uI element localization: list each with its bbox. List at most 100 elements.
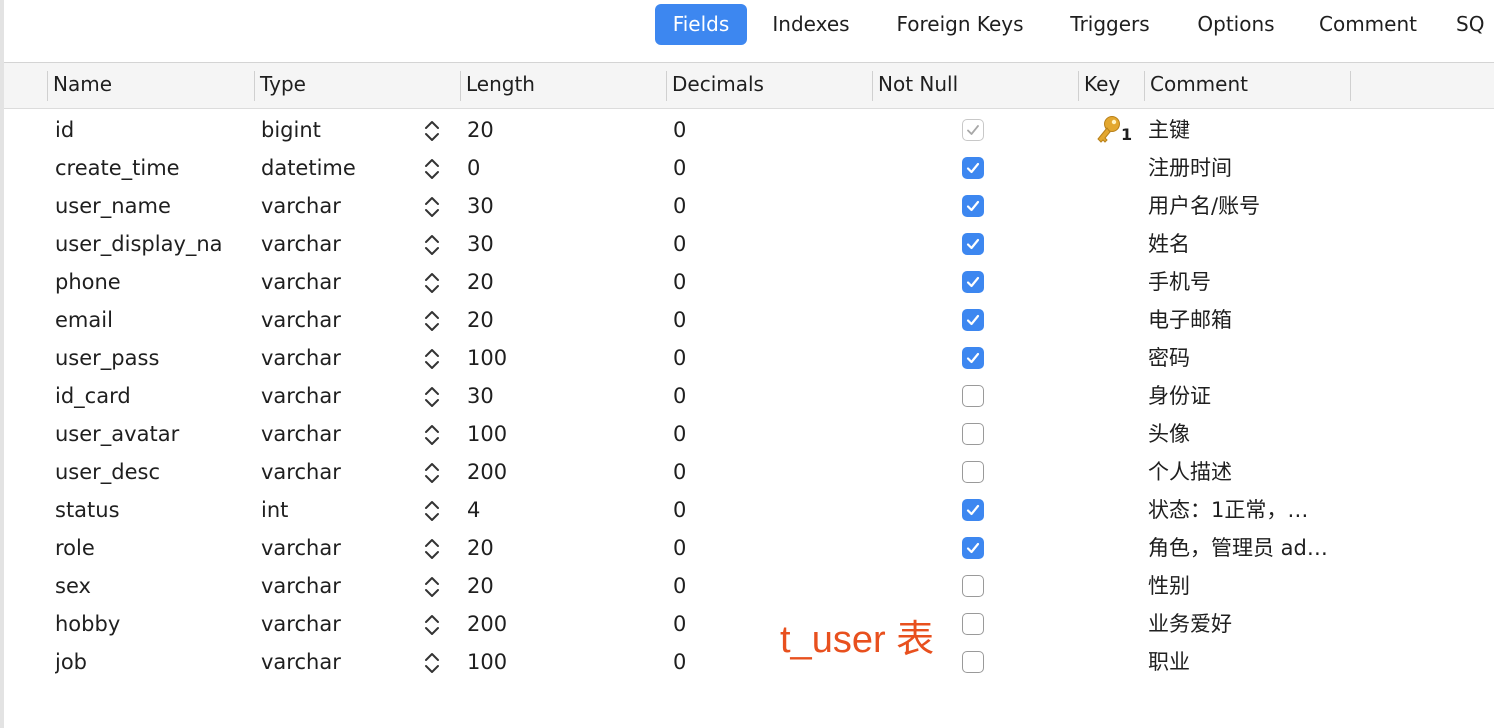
table-row[interactable]: phone varchar 20 0 手机号 xyxy=(0,263,1494,301)
field-comment[interactable]: 主键 xyxy=(1148,111,1348,149)
field-comment[interactable]: 状态：1正常，… xyxy=(1148,491,1348,529)
column-header-type[interactable]: Type xyxy=(255,63,461,108)
field-decimals[interactable]: 0 xyxy=(673,377,823,415)
field-comment[interactable]: 电子邮箱 xyxy=(1148,301,1348,339)
table-row[interactable]: user_display_na varchar 30 0 姓名 xyxy=(0,225,1494,263)
table-row[interactable]: user_avatar varchar 100 0 头像 xyxy=(0,415,1494,453)
field-decimals[interactable]: 0 xyxy=(673,301,823,339)
type-stepper-icon[interactable] xyxy=(424,347,440,371)
field-type[interactable]: varchar xyxy=(261,567,411,605)
field-decimals[interactable]: 0 xyxy=(673,149,823,187)
not-null-checkbox[interactable] xyxy=(962,157,984,179)
type-stepper-icon[interactable] xyxy=(424,651,440,675)
field-type[interactable]: varchar xyxy=(261,225,411,263)
field-comment[interactable]: 用户名/账号 xyxy=(1148,187,1348,225)
field-type[interactable]: varchar xyxy=(261,643,411,681)
type-stepper-icon[interactable] xyxy=(424,157,440,181)
type-stepper-icon[interactable] xyxy=(424,385,440,409)
table-row[interactable]: status int 4 0 状态：1正常，… xyxy=(0,491,1494,529)
type-stepper-icon[interactable] xyxy=(424,309,440,333)
field-comment[interactable]: 手机号 xyxy=(1148,263,1348,301)
field-comment[interactable]: 姓名 xyxy=(1148,225,1348,263)
field-type[interactable]: varchar xyxy=(261,605,411,643)
field-name[interactable]: user_display_na xyxy=(55,225,233,263)
field-length[interactable]: 100 xyxy=(467,415,617,453)
field-name[interactable]: sex xyxy=(55,567,233,605)
tab-fields[interactable]: Fields xyxy=(655,4,747,45)
table-row[interactable]: create_time datetime 0 0 注册时间 xyxy=(0,149,1494,187)
type-stepper-icon[interactable] xyxy=(424,613,440,637)
field-type[interactable]: datetime xyxy=(261,149,411,187)
table-row[interactable]: id_card varchar 30 0 身份证 xyxy=(0,377,1494,415)
field-comment[interactable]: 职业 xyxy=(1148,643,1348,681)
type-stepper-icon[interactable] xyxy=(424,499,440,523)
field-length[interactable]: 20 xyxy=(467,567,617,605)
field-type[interactable]: int xyxy=(261,491,411,529)
field-length[interactable]: 30 xyxy=(467,377,617,415)
tab-sql[interactable]: SQ xyxy=(1456,4,1494,45)
tab-options[interactable]: Options xyxy=(1186,4,1286,45)
field-comment[interactable]: 角色，管理员 ad… xyxy=(1148,529,1348,567)
table-row[interactable]: role varchar 20 0 角色，管理员 ad… xyxy=(0,529,1494,567)
field-length[interactable]: 20 xyxy=(467,301,617,339)
type-stepper-icon[interactable] xyxy=(424,537,440,561)
field-length[interactable]: 30 xyxy=(467,225,617,263)
type-stepper-icon[interactable] xyxy=(424,195,440,219)
field-type[interactable]: varchar xyxy=(261,263,411,301)
table-row[interactable]: sex varchar 20 0 性别 xyxy=(0,567,1494,605)
field-length[interactable]: 20 xyxy=(467,263,617,301)
not-null-checkbox[interactable] xyxy=(962,499,984,521)
not-null-checkbox[interactable] xyxy=(962,613,984,635)
field-type[interactable]: varchar xyxy=(261,453,411,491)
not-null-checkbox[interactable] xyxy=(962,461,984,483)
type-stepper-icon[interactable] xyxy=(424,575,440,599)
field-comment[interactable]: 注册时间 xyxy=(1148,149,1348,187)
field-type[interactable]: varchar xyxy=(261,301,411,339)
table-row[interactable]: email varchar 20 0 电子邮箱 xyxy=(0,301,1494,339)
column-separator[interactable] xyxy=(1350,71,1351,101)
field-type[interactable]: bigint xyxy=(261,111,411,149)
not-null-checkbox[interactable] xyxy=(962,575,984,597)
not-null-checkbox[interactable] xyxy=(962,233,984,255)
field-decimals[interactable]: 0 xyxy=(673,567,823,605)
column-header-decimals[interactable]: Decimals xyxy=(667,63,873,108)
field-type[interactable]: varchar xyxy=(261,529,411,567)
field-type[interactable]: varchar xyxy=(261,377,411,415)
field-comment[interactable]: 性别 xyxy=(1148,567,1348,605)
field-decimals[interactable]: 0 xyxy=(673,453,823,491)
field-name[interactable]: user_name xyxy=(55,187,233,225)
not-null-checkbox[interactable] xyxy=(962,651,984,673)
field-length[interactable]: 200 xyxy=(467,605,617,643)
field-name[interactable]: id_card xyxy=(55,377,233,415)
field-length[interactable]: 100 xyxy=(467,339,617,377)
field-decimals[interactable]: 0 xyxy=(673,187,823,225)
table-row[interactable]: id bigint 20 0 1 主键 xyxy=(0,111,1494,149)
field-length[interactable]: 200 xyxy=(467,453,617,491)
column-header-comment[interactable]: Comment xyxy=(1145,63,1351,108)
field-decimals[interactable]: 0 xyxy=(673,263,823,301)
field-decimals[interactable]: 0 xyxy=(673,529,823,567)
tab-indexes[interactable]: Indexes xyxy=(761,4,861,45)
table-row[interactable]: hobby varchar 200 0 业务爱好 xyxy=(0,605,1494,643)
field-comment[interactable]: 个人描述 xyxy=(1148,453,1348,491)
column-header-length[interactable]: Length xyxy=(461,63,667,108)
tab-foreign-keys[interactable]: Foreign Keys xyxy=(884,4,1036,45)
table-row[interactable]: user_pass varchar 100 0 密码 xyxy=(0,339,1494,377)
field-comment[interactable]: 密码 xyxy=(1148,339,1348,377)
field-comment[interactable]: 头像 xyxy=(1148,415,1348,453)
not-null-checkbox[interactable] xyxy=(962,309,984,331)
field-length[interactable]: 30 xyxy=(467,187,617,225)
field-decimals[interactable]: 0 xyxy=(673,111,823,149)
field-length[interactable]: 20 xyxy=(467,529,617,567)
table-row[interactable]: user_desc varchar 200 0 个人描述 xyxy=(0,453,1494,491)
field-name[interactable]: phone xyxy=(55,263,233,301)
type-stepper-icon[interactable] xyxy=(424,233,440,257)
column-header-name[interactable]: Name xyxy=(48,63,254,108)
not-null-checkbox[interactable] xyxy=(962,537,984,559)
field-type[interactable]: varchar xyxy=(261,415,411,453)
not-null-checkbox[interactable] xyxy=(962,271,984,293)
field-type[interactable]: varchar xyxy=(261,339,411,377)
field-name[interactable]: email xyxy=(55,301,233,339)
field-name[interactable]: create_time xyxy=(55,149,233,187)
field-comment[interactable]: 业务爱好 xyxy=(1148,605,1348,643)
